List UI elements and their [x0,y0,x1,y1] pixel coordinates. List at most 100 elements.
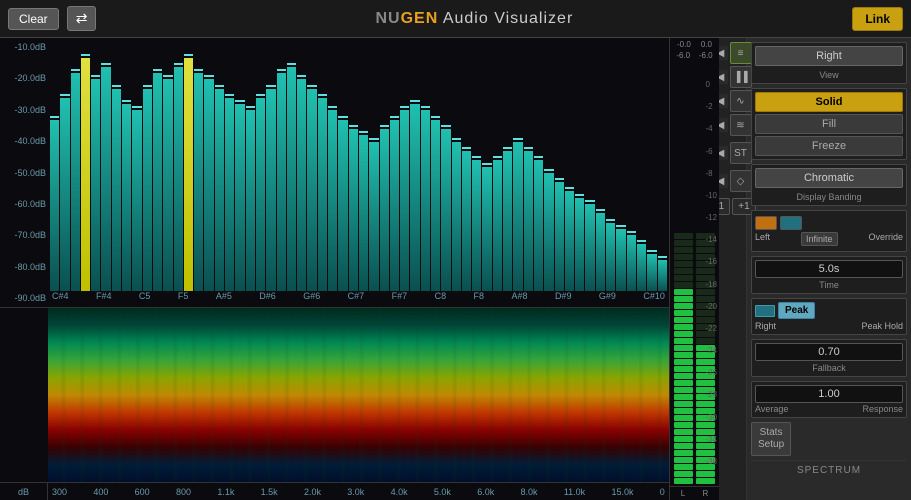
bar-13 [184,42,193,291]
stats-button[interactable]: StatsSetup [751,422,791,456]
bar-50 [565,42,574,291]
freeze-button[interactable]: Freeze [755,136,903,156]
spectrum-bars [48,38,669,307]
vu-label-l2: -6.0 [676,51,690,60]
bar-54 [606,42,615,291]
vu-db-scale: 0 -2 -4 -6 -8 -10 -12 -14 -16 -18 -20 -2… [705,80,717,466]
axis-freq-labels: 300 400 600 800 1.1k 1.5k 2.0k 3.0k 4.0k… [48,483,669,500]
bar-29 [349,42,358,291]
bar-20 [256,42,265,291]
note-c5: C5 [139,291,151,307]
bar-39 [452,42,461,291]
bar-57 [637,42,646,291]
spectrum-analyzer[interactable]: -10.0dB -20.0dB -30.0dB -40.0dB -50.0dB … [0,38,669,308]
bar-21 [266,42,275,291]
note-d6: D#6 [259,291,276,307]
bar-27 [328,42,337,291]
bar-3 [81,42,90,291]
bar-37 [431,42,440,291]
fill-button[interactable]: Fill [755,114,903,134]
fallback-input[interactable] [755,343,903,361]
response-input[interactable] [755,385,903,403]
db-label-8: -90.0dB [2,293,46,303]
fallback-section: Fallback [751,339,907,377]
note-a8: A#8 [511,291,527,307]
spectrogram[interactable]: dB 300 400 600 800 1.1k 1.5k 2.0k 3.0k 4… [0,308,669,500]
spectrum-title: SPECTRUM [751,460,907,480]
swatch-orange [755,216,777,230]
bar-51 [575,42,584,291]
bar-33 [390,42,399,291]
time-section: Time [751,256,907,294]
vu-label-r-bottom: R [703,489,709,498]
chromatic-button[interactable]: Chromatic [755,168,903,188]
bar-43 [493,42,502,291]
bar-0 [50,42,59,291]
note-g6: G#6 [303,291,320,307]
header: Clear ⇄ NUGEN Audio Visualizer Link [0,0,911,38]
vu-label-r2: -6.0 [699,51,713,60]
note-c10: C#10 [643,291,665,307]
bar-8 [132,42,141,291]
chromatic-section: Chromatic Display Banding [751,164,907,206]
db-label-4: -50.0dB [2,168,46,178]
bar-5 [101,42,110,291]
vu-label-l-top: -0.0 [677,40,691,49]
note-g9: G#9 [599,291,616,307]
strip-row-6: ◀ ◇ [714,170,752,192]
left-label: Left [755,232,770,246]
note-label-list: C#4 F#4 C5 F5 A#5 D#6 G#6 C#7 F#7 C8 F8 … [48,291,669,307]
strip-row-5: ◀ ST [714,142,752,164]
freq-600: 600 [135,487,150,497]
bar-47 [534,42,543,291]
freq-800: 800 [176,487,191,497]
note-c8: C8 [435,291,447,307]
db-label-0: -10.0dB [2,42,46,52]
peak-section: Peak Right Peak Hold [751,298,907,335]
bar-42 [482,42,491,291]
freq-6k: 6.0k [477,487,494,497]
freq-1k5: 1.5k [261,487,278,497]
link-button[interactable]: Link [852,7,903,31]
peak-hold-label: Peak Hold [861,321,903,331]
note-f8: F8 [474,291,485,307]
display-mode-section: Solid Fill Freeze [751,88,907,160]
db-label-list: -10.0dB -20.0dB -30.0dB -40.0dB -50.0dB … [0,38,48,307]
spectrogram-gradient [48,308,669,482]
bar-4 [91,42,100,291]
swatch-teal [780,216,802,230]
vu-label-r-top: 0.0 [701,40,712,49]
bar-41 [472,42,481,291]
axis-db-label: dB [0,483,48,500]
bar-12 [174,42,183,291]
solid-button[interactable]: Solid [755,92,903,112]
clear-button[interactable]: Clear [8,8,59,30]
note-f7: F#7 [392,291,408,307]
note-a5: A#5 [216,291,232,307]
stats-row: StatsSetup [751,422,907,456]
note-c7: C#7 [348,291,365,307]
freq-300: 300 [52,487,67,497]
controls-strip: ◀ ≡ ◀ ▐▐ ◀ ∿ ◀ ≋ ◀ ST ◀ ◇ [719,38,747,500]
vu-bottom-labels: L R [670,486,719,500]
infinite-button[interactable]: Infinite [801,232,838,246]
view-label: View [755,70,903,80]
db-label-1: -20.0dB [2,73,46,83]
loop-button[interactable]: ⇄ [67,6,97,31]
app-title: NUGEN Audio Visualizer [104,10,844,28]
freq-8k: 8.0k [521,487,538,497]
bar-22 [277,42,286,291]
bar-55 [616,42,625,291]
bar-35 [410,42,419,291]
bar-40 [462,42,471,291]
time-input[interactable] [755,260,903,278]
bar-17 [225,42,234,291]
bar-38 [441,42,450,291]
infinite-section: Left Infinite Override [751,210,907,252]
title-nu: NU [375,10,400,27]
right-channel-button[interactable]: Right [755,46,903,66]
peak-button[interactable]: Peak [778,302,815,319]
bar-6 [112,42,121,291]
vu-label-l-bottom: L [681,489,685,498]
title-rest: Audio Visualizer [438,10,573,27]
